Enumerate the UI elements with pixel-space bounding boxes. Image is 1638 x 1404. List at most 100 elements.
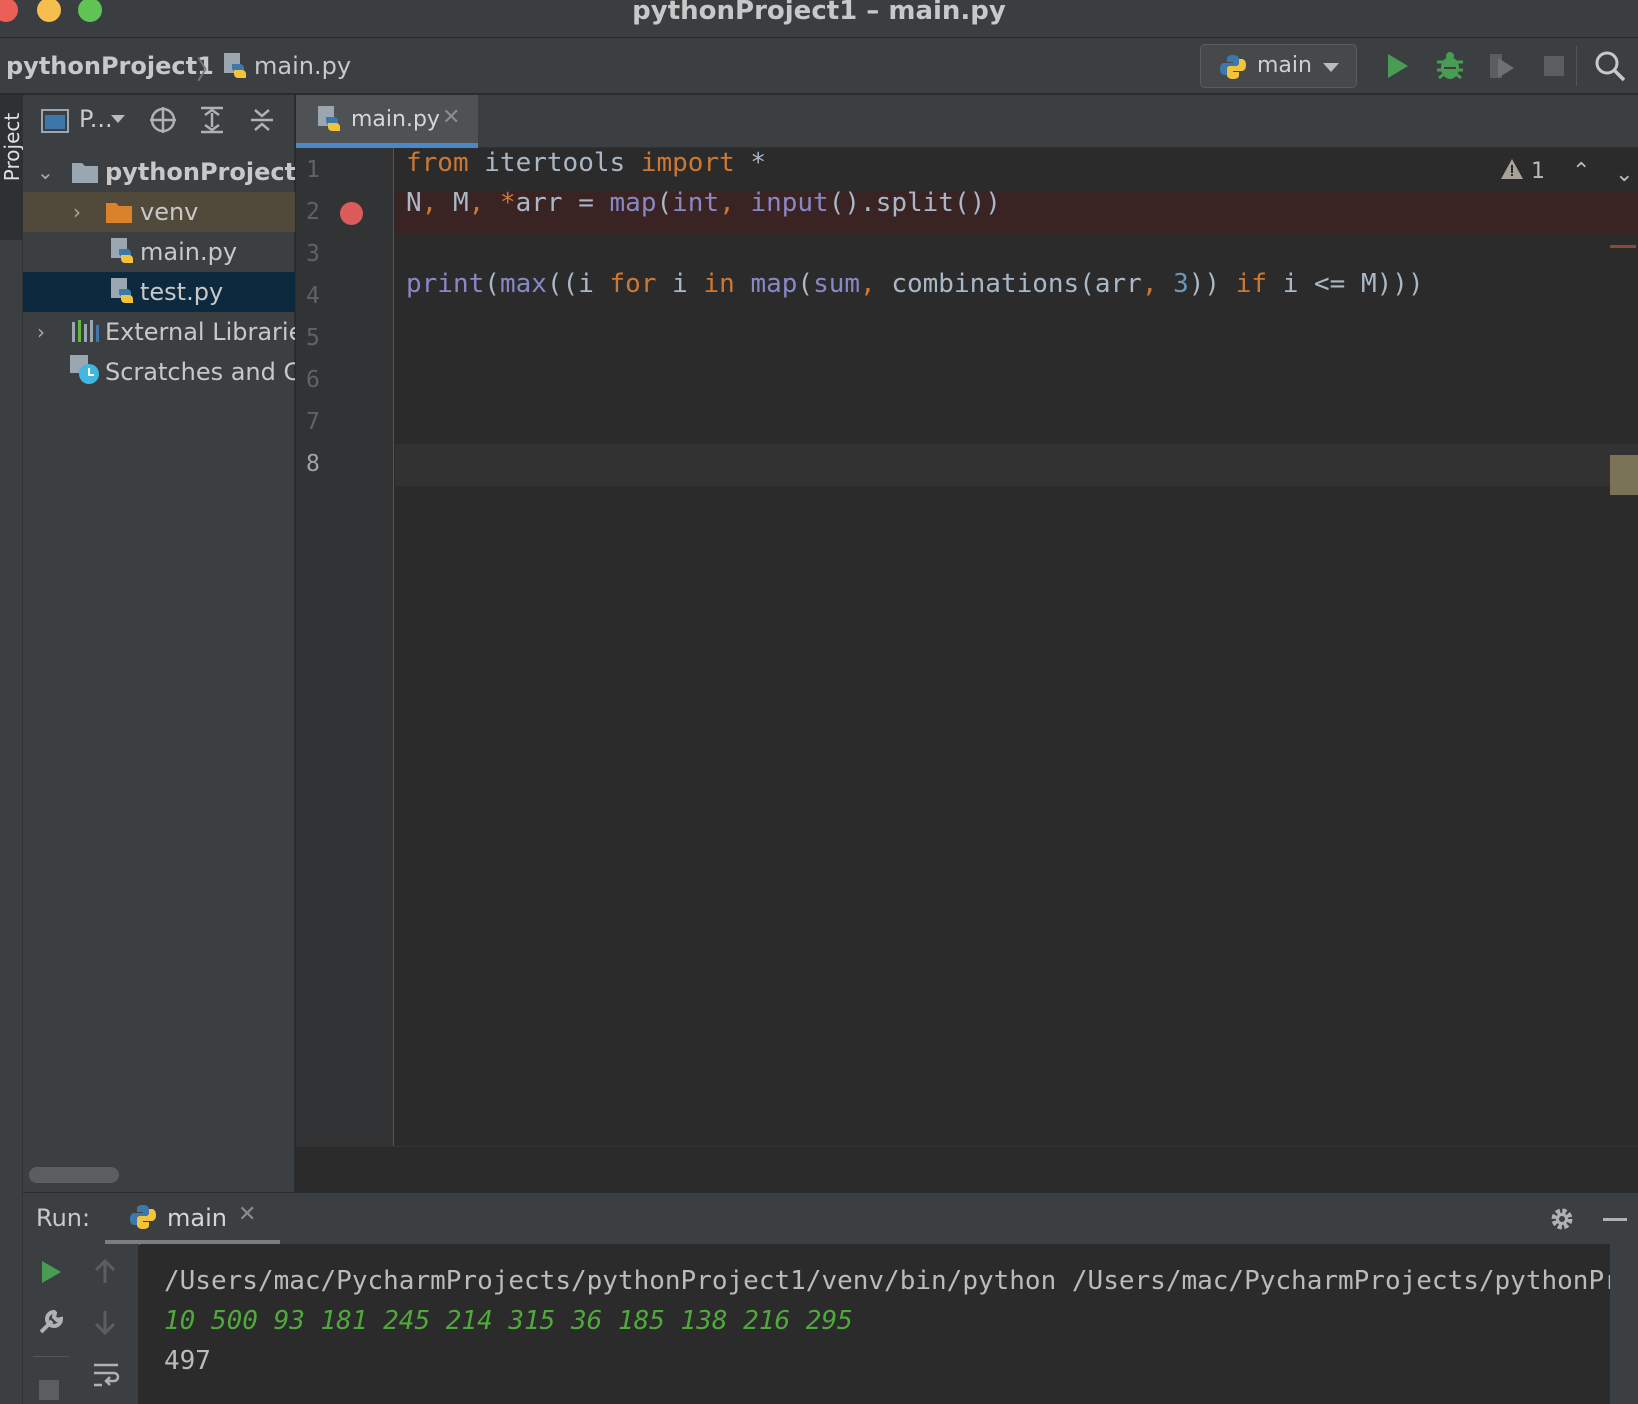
tree-item-scratches[interactable]: Scratches and Consoles: [23, 352, 295, 392]
expand-all-icon: [201, 106, 223, 134]
tab-label: main.py: [351, 107, 440, 132]
line-number: 8: [306, 451, 320, 477]
scroll-down-button[interactable]: [91, 1308, 119, 1336]
close-icon[interactable]: ✕: [442, 105, 460, 130]
wrench-icon: [39, 1309, 64, 1334]
line-number: 1: [306, 157, 320, 183]
code-line: print(max((i for i in map(sum, combinati…: [406, 269, 1424, 300]
project-view-icon: [41, 105, 69, 135]
gear-icon: [1551, 1208, 1573, 1230]
previous-highlight-icon[interactable]: ⌃: [1572, 159, 1590, 184]
window-title: pythonProject1 – main.py: [632, 0, 1006, 26]
chevron-right-icon[interactable]: ›: [73, 200, 81, 224]
line-number: 6: [306, 367, 320, 393]
tree-item-project-root[interactable]: ⌄ pythonProject1: [23, 152, 295, 192]
left-tool-strip: Project: [0, 95, 24, 1404]
breadcrumb-file[interactable]: main.py: [254, 52, 351, 80]
console-command: /Users/mac/PycharmProjects/pythonProject…: [164, 1266, 1610, 1296]
search-icon: [1595, 51, 1626, 82]
tree-item-venv[interactable]: › venv: [23, 192, 295, 232]
tree-item-label: main.py: [140, 238, 238, 266]
stop-button[interactable]: [1536, 48, 1572, 84]
library-icon: [71, 319, 101, 345]
console-vertical-scrollbar[interactable]: [1610, 1244, 1638, 1404]
horizontal-scrollbar[interactable]: [29, 1167, 119, 1183]
editor-gutter[interactable]: 1 2 3 4 5 6 7 8: [296, 148, 394, 1146]
bug-icon: [1437, 52, 1463, 80]
python-file-icon: [109, 277, 135, 307]
tab-main-py[interactable]: main.py ✕: [296, 95, 478, 148]
scratches-icon: [69, 354, 101, 386]
error-stripe-current[interactable]: [1610, 455, 1638, 495]
settings-button[interactable]: [1548, 1205, 1576, 1233]
code-line: from itertools import *: [406, 148, 767, 178]
python-file-icon: [316, 105, 342, 135]
code-editor[interactable]: from itertools import * N, M, *arr = map(…: [395, 148, 1638, 1146]
tree-item-label: Scratches and Consoles: [105, 358, 295, 386]
inspection-widget[interactable]: 1 ⌃ ⌃: [1500, 158, 1634, 184]
close-icon[interactable]: ✕: [238, 1202, 256, 1227]
arrow-up-icon: [94, 1258, 116, 1283]
warning-icon: [1500, 158, 1524, 180]
editor-breadcrumb-bar: [296, 1146, 1638, 1192]
run-configuration-dropdown[interactable]: main: [1200, 44, 1357, 88]
run-with-coverage-button[interactable]: [1484, 48, 1520, 84]
rerun-button[interactable]: [37, 1258, 65, 1286]
modify-run-configuration-button[interactable]: [37, 1308, 65, 1336]
folder-icon: [71, 160, 99, 184]
navigation-bar: pythonProject1 〉 main.py main: [0, 38, 1638, 94]
run-console[interactable]: /Users/mac/PycharmProjects/pythonProject…: [140, 1244, 1610, 1404]
line-number: 7: [306, 409, 320, 435]
current-line-highlight: [395, 444, 1638, 486]
soft-wrap-button[interactable]: [91, 1360, 121, 1390]
play-icon: [1388, 54, 1408, 78]
run-panel-toolbar: [23, 1244, 139, 1404]
chevron-down-icon: [111, 115, 125, 123]
stop-icon[interactable]: [39, 1380, 59, 1400]
line-number: 3: [306, 241, 320, 267]
line-number: 2: [306, 199, 320, 225]
next-highlight-icon[interactable]: ⌃: [1615, 159, 1633, 184]
stop-icon: [1544, 56, 1564, 76]
code-line: N, M, *arr = map(int, input().split()): [406, 188, 1001, 219]
tree-item-label: External Libraries: [105, 318, 295, 346]
crosshair-icon: [150, 107, 176, 133]
breadcrumb-project[interactable]: pythonProject1: [6, 52, 214, 80]
run-panel-title: Run:: [36, 1204, 91, 1232]
tree-item-label: venv: [140, 198, 199, 226]
breakpoint-icon[interactable]: [340, 202, 363, 225]
error-stripe-marker[interactable]: [1610, 245, 1636, 248]
editor-tab-bar: main.py ✕: [296, 95, 1638, 148]
collapse-all-button[interactable]: [247, 105, 277, 135]
line-number: 4: [306, 283, 320, 309]
title-bar: pythonProject1 – main.py: [0, 0, 1638, 38]
scroll-up-button[interactable]: [91, 1258, 119, 1286]
run-button[interactable]: [1380, 48, 1416, 84]
locate-file-button[interactable]: [148, 105, 178, 135]
tree-item-test-py[interactable]: test.py: [23, 272, 295, 312]
breadcrumb-separator-icon: 〉: [196, 56, 223, 86]
run-tab-main[interactable]: main ✕: [105, 1193, 280, 1245]
arrow-down-icon: [94, 1311, 116, 1336]
expand-all-button[interactable]: [197, 105, 227, 135]
debug-button[interactable]: [1432, 48, 1468, 84]
tree-item-label: test.py: [140, 278, 224, 306]
project-tool-tab[interactable]: Project: [0, 95, 24, 240]
warning-count: 1: [1531, 159, 1545, 184]
console-input: 10 500 93 181 245 214 315 36 185 138 216…: [164, 1306, 853, 1336]
tree-item-external-libraries[interactable]: › External Libraries: [23, 312, 295, 352]
project-view-selector[interactable]: P...: [79, 105, 113, 133]
chevron-down-icon[interactable]: ⌄: [37, 160, 54, 184]
search-everywhere-button[interactable]: [1592, 48, 1628, 84]
hide-panel-button[interactable]: [1603, 1218, 1627, 1221]
project-panel: P... ⌄ pythonProject1 › venv main.py tes…: [23, 95, 295, 1192]
tree-item-main-py[interactable]: main.py: [23, 232, 295, 272]
soft-wrap-icon: [94, 1363, 120, 1387]
python-logo-icon: [1219, 53, 1247, 81]
run-configuration-label: main: [1257, 53, 1312, 78]
project-panel-header: P...: [23, 95, 295, 147]
play-icon: [42, 1261, 61, 1283]
chevron-right-icon[interactable]: ›: [37, 320, 45, 344]
folder-icon: [105, 200, 133, 224]
python-file-icon: [222, 52, 248, 82]
